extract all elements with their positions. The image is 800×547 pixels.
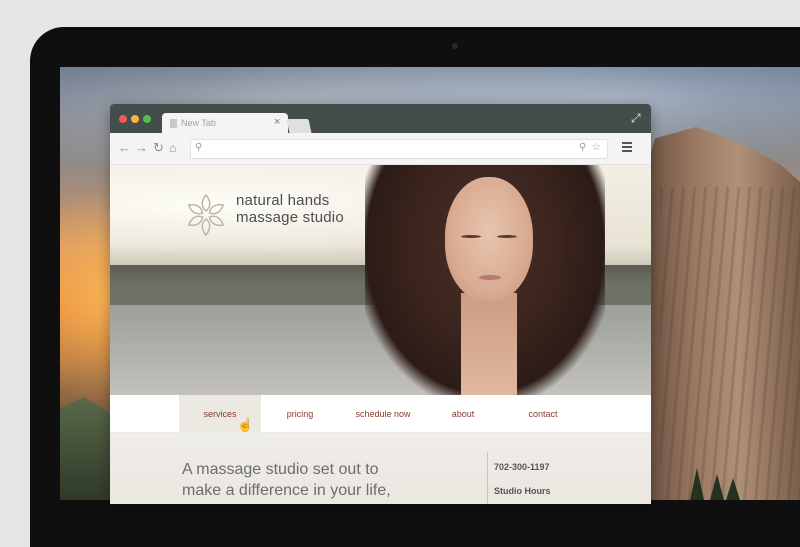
brand-name-line2: massage studio	[236, 209, 344, 226]
url-input[interactable]	[209, 141, 569, 157]
star-icon[interactable]: ☆	[592, 142, 601, 153]
camera-icon	[452, 43, 458, 49]
lotus-logo-icon	[187, 193, 225, 237]
portrait-eye	[497, 235, 517, 238]
browser-toolbar: ← → ↻ ⌂ ⚲ ⚲ ☆	[110, 133, 651, 165]
nav-about[interactable]: about	[435, 395, 491, 433]
tagline-line1: A massage studio set out to	[182, 461, 379, 478]
reload-icon[interactable]: ↻	[153, 141, 164, 155]
cliff-texture	[660, 187, 800, 500]
hero-banner: natural hands massage studio	[110, 165, 651, 395]
nav-schedule-now[interactable]: schedule now	[342, 395, 424, 433]
hero-portrait	[365, 165, 605, 395]
tab-close-button[interactable]: ×	[274, 116, 280, 128]
maximize-window-button[interactable]	[143, 115, 151, 123]
browser-titlebar: New Tab × ⤢	[110, 104, 651, 135]
portrait-eye	[461, 235, 481, 238]
close-window-button[interactable]	[119, 115, 127, 123]
portrait-mouth	[479, 275, 501, 280]
home-icon[interactable]: ⌂	[169, 141, 176, 155]
studio-hours-heading: Studio Hours	[494, 486, 551, 496]
nav-pricing[interactable]: pricing	[270, 395, 330, 433]
magnifier-icon[interactable]: ⚲	[579, 142, 586, 153]
brand-name-line1: natural hands	[236, 192, 330, 209]
fullscreen-icon[interactable]: ⤢	[631, 111, 641, 126]
browser-window: New Tab × ⤢ ← → ↻ ⌂ ⚲ ⚲ ☆ natural hands …	[110, 104, 651, 504]
document-icon	[170, 119, 177, 128]
tab-label: New Tab	[181, 118, 216, 128]
forward-arrow-icon[interactable]: →	[135, 141, 148, 155]
site-navigation: services pricing schedule now about cont…	[110, 395, 651, 433]
search-icon: ⚲	[195, 142, 203, 153]
tagline-line2: make a difference in your life,	[182, 482, 391, 499]
intro-section: A massage studio set out to make a diffe…	[110, 433, 651, 504]
hamburger-menu-icon[interactable]	[622, 142, 632, 152]
minimize-window-button[interactable]	[131, 115, 139, 123]
portrait-neck	[461, 293, 517, 395]
portrait-face	[445, 177, 533, 301]
hand-pointer-icon: ☝	[237, 417, 254, 432]
new-tab-button[interactable]	[286, 119, 312, 133]
browser-tab[interactable]: New Tab ×	[162, 113, 288, 135]
back-arrow-icon[interactable]: ←	[118, 141, 131, 155]
nav-contact[interactable]: contact	[510, 395, 576, 433]
address-bar[interactable]: ⚲ ⚲ ☆	[190, 139, 608, 159]
intro-tagline: A massage studio set out to make a diffe…	[182, 459, 422, 501]
sidebar-divider	[487, 452, 488, 504]
phone-number[interactable]: 702-300-1197	[494, 462, 550, 472]
